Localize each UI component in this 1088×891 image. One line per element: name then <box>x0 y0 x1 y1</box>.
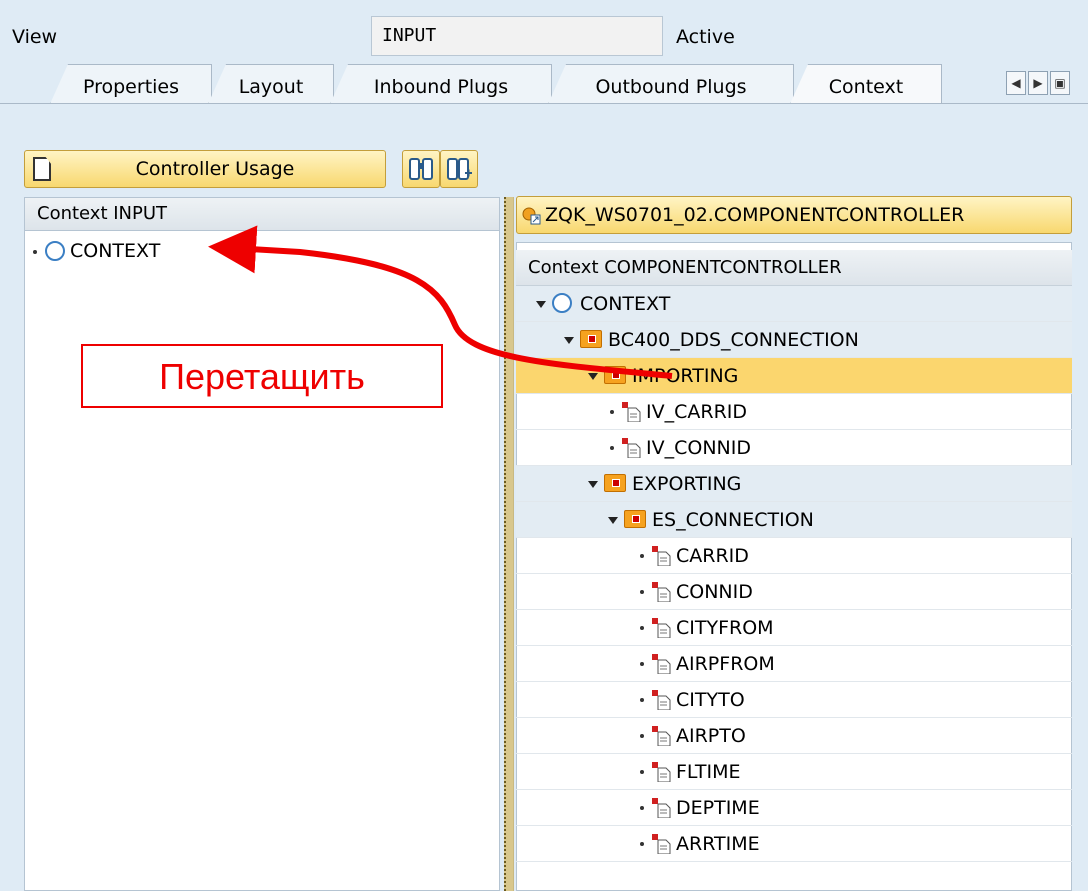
tab-label: Properties <box>82 76 180 98</box>
tree-item-label: FLTIME <box>676 761 741 783</box>
tree-attribute-row[interactable]: CONNID <box>516 574 1072 610</box>
tree-node-row[interactable]: BC400_DDS_CONNECTION <box>516 322 1072 358</box>
tree-item-label: IV_CONNID <box>646 437 751 459</box>
expand-triangle-icon[interactable] <box>588 373 598 380</box>
tree-item-label: AIRPTO <box>676 725 746 747</box>
tab-context[interactable]: Context <box>790 64 942 104</box>
tab-layout[interactable]: Layout <box>208 64 334 104</box>
attribute-icon <box>652 798 671 818</box>
tree-bullet <box>610 410 614 414</box>
left-context-panel <box>24 197 500 891</box>
tree-attribute-row[interactable]: AIRPFROM <box>516 646 1072 682</box>
tree-attribute-row[interactable]: DEPTIME <box>516 790 1072 826</box>
attribute-icon <box>652 618 671 638</box>
attribute-icon <box>622 438 641 458</box>
tab-scroll-left-icon[interactable]: ◀ <box>1006 71 1026 95</box>
attribute-icon <box>652 654 671 674</box>
tree-attribute-row[interactable]: ARRTIME <box>516 826 1072 862</box>
tree-bullet <box>640 842 644 846</box>
expand-triangle-icon[interactable] <box>536 301 546 308</box>
tree-node-row[interactable]: EXPORTING <box>516 466 1072 502</box>
controller-usage-button[interactable]: Controller Usage <box>24 150 386 188</box>
binoculars-icon <box>409 158 433 180</box>
expand-triangle-icon[interactable] <box>588 481 598 488</box>
tree-item-label: IMPORTING <box>632 365 739 387</box>
context-root-icon <box>552 293 572 313</box>
controller-usage-label: Controller Usage <box>135 158 295 180</box>
find-button[interactable] <box>402 150 440 188</box>
tree-item-label: AIRPFROM <box>676 653 775 675</box>
binoculars-plus-icon <box>447 158 472 180</box>
component-controller-label: ZQK_WS0701_02.COMPONENTCONTROLLER <box>545 204 965 226</box>
tree-bullet <box>640 590 644 594</box>
tree-bullet <box>640 698 644 702</box>
tree-attribute-row[interactable]: CITYTO <box>516 682 1072 718</box>
tree-attribute-row[interactable]: IV_CONNID <box>516 430 1072 466</box>
tabstrip: Properties Layout Inbound Plugs Outbound… <box>0 64 1088 104</box>
tree-item-label: IV_CARRID <box>646 401 748 423</box>
attribute-icon <box>652 762 671 782</box>
drag-instruction-label: Перетащить <box>81 344 443 408</box>
tree-item-label: CONNID <box>676 581 753 603</box>
tree-item-label: CONTEXT <box>580 293 671 315</box>
tree-item-label: DEPTIME <box>676 797 760 819</box>
tree-bullet <box>610 446 614 450</box>
right-context-title: Context COMPONENTCONTROLLER <box>516 250 1072 286</box>
tree-node-row[interactable]: ES_CONNECTION <box>516 502 1072 538</box>
attribute-icon <box>622 402 641 422</box>
tab-scroll-right-icon[interactable]: ▶ <box>1028 71 1048 95</box>
tree-attribute-row[interactable]: CARRID <box>516 538 1072 574</box>
tree-bullet <box>640 554 644 558</box>
tree-bullet <box>33 250 37 254</box>
context-node-icon <box>604 474 626 492</box>
view-name-field[interactable]: INPUT <box>371 16 663 56</box>
left-context-root[interactable]: CONTEXT <box>70 237 160 265</box>
context-node-icon <box>624 510 646 528</box>
expand-triangle-icon[interactable] <box>608 517 618 524</box>
tree-bullet <box>640 734 644 738</box>
tree-attribute-row[interactable]: IV_CARRID <box>516 394 1072 430</box>
attribute-icon <box>652 690 671 710</box>
tab-list-icon[interactable]: ▣ <box>1050 71 1070 95</box>
tree-bullet <box>640 626 644 630</box>
context-node-icon <box>604 366 626 384</box>
tree-item-label: BC400_DDS_CONNECTION <box>608 329 859 351</box>
tab-outbound-plugs[interactable]: Outbound Plugs <box>548 64 794 104</box>
tree-bullet <box>640 662 644 666</box>
attribute-icon <box>652 582 671 602</box>
tree-attribute-row[interactable]: FLTIME <box>516 754 1072 790</box>
tab-label: Inbound Plugs <box>373 76 509 98</box>
expand-triangle-icon[interactable] <box>564 337 574 344</box>
tab-label: Outbound Plugs <box>595 76 747 98</box>
tree-item-label: EXPORTING <box>632 473 742 495</box>
panel-splitter[interactable] <box>504 197 514 891</box>
view-status: Active <box>676 26 735 48</box>
component-controller-button[interactable]: ZQK_WS0701_02.COMPONENTCONTROLLER <box>516 196 1072 234</box>
tree-node-row[interactable]: IMPORTING <box>516 358 1072 394</box>
tab-label: Context <box>828 76 904 98</box>
context-root-icon <box>45 241 65 261</box>
tree-node-row[interactable]: CONTEXT <box>516 286 1072 322</box>
context-node-icon <box>580 330 602 348</box>
tree-bullet <box>640 770 644 774</box>
tree-item-label: ARRTIME <box>676 833 760 855</box>
tab-divider <box>0 103 1088 104</box>
tree-attribute-row[interactable]: CITYFROM <box>516 610 1072 646</box>
tree-attribute-row[interactable]: AIRPTO <box>516 718 1072 754</box>
tree-item-label: CARRID <box>676 545 749 567</box>
controller-link-icon <box>522 207 541 225</box>
attribute-icon <box>652 726 671 746</box>
attribute-icon <box>652 834 671 854</box>
attribute-icon <box>652 546 671 566</box>
tab-label: Layout <box>238 76 304 98</box>
tree-item-label: ES_CONNECTION <box>652 509 814 531</box>
tab-properties[interactable]: Properties <box>50 64 212 104</box>
left-context-title: Context INPUT <box>24 197 500 231</box>
tree-item-label: CITYFROM <box>676 617 774 639</box>
find-next-button[interactable] <box>440 150 478 188</box>
view-label: View <box>12 26 58 48</box>
tree-item-label: CITYTO <box>676 689 745 711</box>
tab-inbound-plugs[interactable]: Inbound Plugs <box>330 64 552 104</box>
tree-bullet <box>640 806 644 810</box>
